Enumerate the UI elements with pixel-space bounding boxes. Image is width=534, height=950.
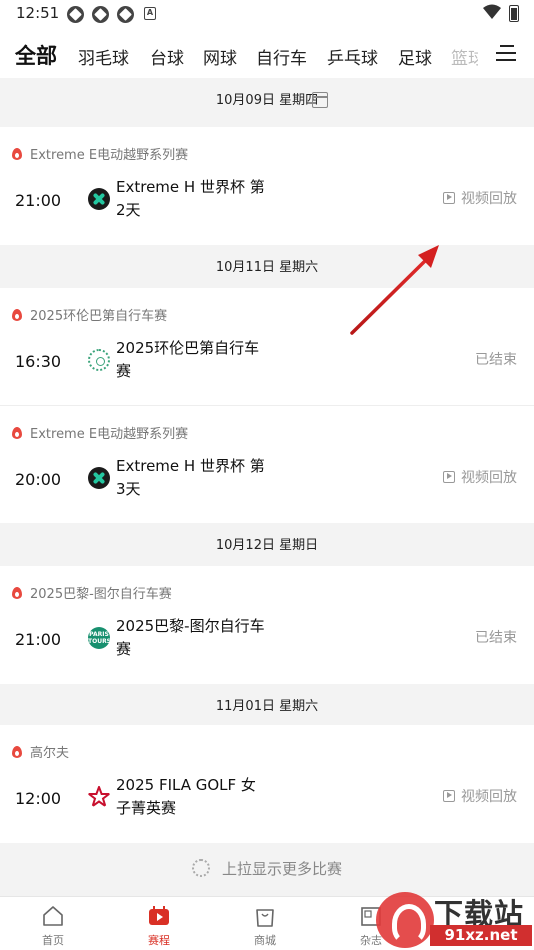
- video-play-icon: [443, 790, 455, 802]
- event-time: 20:00: [15, 470, 62, 489]
- video-play-icon: [443, 471, 455, 483]
- home-icon: [43, 906, 63, 926]
- load-more-hint: 上拉显示更多比赛: [0, 843, 534, 896]
- event-time: 21:00: [15, 191, 62, 210]
- hot-fire-icon: [12, 746, 22, 758]
- app-notification-icon: [117, 6, 134, 23]
- nav-store[interactable]: 商城: [212, 897, 318, 950]
- event-card[interactable]: 高尔夫 12:00 2025 FILA GOLF 女子菁英赛 视频回放: [0, 725, 534, 843]
- schedule-feed[interactable]: 10月09日 星期四 Extreme E电动越野系列赛 21:00 Extrem…: [0, 78, 534, 896]
- paris-tours-logo-icon: PARIS TOURS: [88, 627, 111, 649]
- watermark-logo-icon: [376, 892, 434, 948]
- competition-label: Extreme E电动越野系列赛: [12, 423, 188, 442]
- tab-billiards[interactable]: 台球: [150, 44, 184, 69]
- replay-button[interactable]: 视频回放: [443, 786, 517, 806]
- tab-all[interactable]: 全部: [15, 40, 57, 70]
- event-title: Extreme H 世界杯 第3天: [116, 457, 265, 498]
- event-title: Extreme H 世界杯 第2天: [116, 178, 265, 219]
- tab-cycling[interactable]: 自行车: [256, 44, 307, 69]
- tab-football[interactable]: 足球: [398, 44, 432, 69]
- replay-button[interactable]: 视频回放: [443, 467, 517, 487]
- tab-tennis[interactable]: 网球: [203, 44, 237, 69]
- event-time: 16:30: [15, 352, 62, 371]
- a-badge-icon: A: [144, 7, 156, 20]
- tab-badminton[interactable]: 羽毛球: [78, 44, 129, 69]
- status-bar: 12:51 A: [0, 0, 534, 30]
- date-header: 10月12日 星期日: [215, 538, 319, 553]
- fila-golf-logo-icon: [88, 786, 110, 808]
- finished-status: 已结束: [475, 352, 517, 368]
- finished-status: 已结束: [475, 630, 517, 646]
- hot-fire-icon: [12, 587, 22, 599]
- video-play-icon: [443, 192, 455, 204]
- app-notification-icon: [92, 6, 109, 23]
- competition-label: 2025巴黎-图尔自行车赛: [12, 583, 172, 602]
- replay-button[interactable]: 视频回放: [443, 188, 517, 208]
- watermark-url: 91xz.net: [430, 925, 532, 946]
- nav-home[interactable]: 首页: [0, 897, 106, 950]
- competition-label: 高尔夫: [12, 742, 69, 761]
- tab-menu-icon[interactable]: [496, 42, 518, 64]
- event-time: 21:00: [15, 630, 62, 649]
- tour-lombardy-logo-icon: [88, 349, 110, 371]
- competition-label: 2025环伦巴第自行车赛: [12, 305, 167, 324]
- nav-schedule[interactable]: 赛程: [106, 897, 212, 950]
- event-title: 2025 FILA GOLF 女子菁英赛: [116, 776, 256, 817]
- date-header: 10月11日 星期六: [215, 260, 319, 275]
- hot-fire-icon: [12, 148, 22, 160]
- event-card[interactable]: Extreme E电动越野系列赛 21:00 Extreme H 世界杯 第2天…: [0, 127, 534, 245]
- event-card[interactable]: 2025环伦巴第自行车赛 16:30 2025环伦巴第自行车赛 已结束: [0, 288, 534, 406]
- schedule-play-icon: [149, 906, 169, 925]
- extreme-logo-icon: [88, 188, 110, 210]
- hot-fire-icon: [12, 309, 22, 321]
- date-header: 10月09日 星期四: [0, 78, 534, 124]
- loading-spinner-icon: [191, 859, 210, 877]
- category-tabs: 全部 羽毛球 台球 网球 自行车 乒乓球 足球 篮球: [0, 30, 534, 78]
- tab-table-tennis[interactable]: 乒乓球: [327, 44, 378, 69]
- competition-label: Extreme E电动越野系列赛: [12, 144, 188, 163]
- event-title: 2025环伦巴第自行车赛: [116, 339, 260, 380]
- hot-fire-icon: [12, 427, 22, 439]
- status-time: 12:51: [16, 4, 60, 22]
- battery-icon: [509, 5, 519, 22]
- shopping-bag-icon: [256, 909, 274, 927]
- event-card[interactable]: Extreme E电动越野系列赛 20:00 Extreme H 世界杯 第3天…: [0, 405, 534, 523]
- tab-basketball[interactable]: 篮球: [451, 44, 478, 69]
- event-title: 2025巴黎-图尔自行车赛: [116, 617, 265, 658]
- date-header: 11月01日 星期六: [215, 699, 319, 714]
- wifi-icon: [483, 4, 501, 19]
- app-notification-icon: [67, 6, 84, 23]
- site-watermark: 下载站 91xz.net: [376, 890, 534, 950]
- extreme-logo-icon: [88, 467, 110, 489]
- calendar-icon[interactable]: [312, 92, 328, 108]
- event-card[interactable]: 2025巴黎-图尔自行车赛 21:00 PARIS TOURS 2025巴黎-图…: [0, 566, 534, 684]
- event-time: 12:00: [15, 789, 62, 808]
